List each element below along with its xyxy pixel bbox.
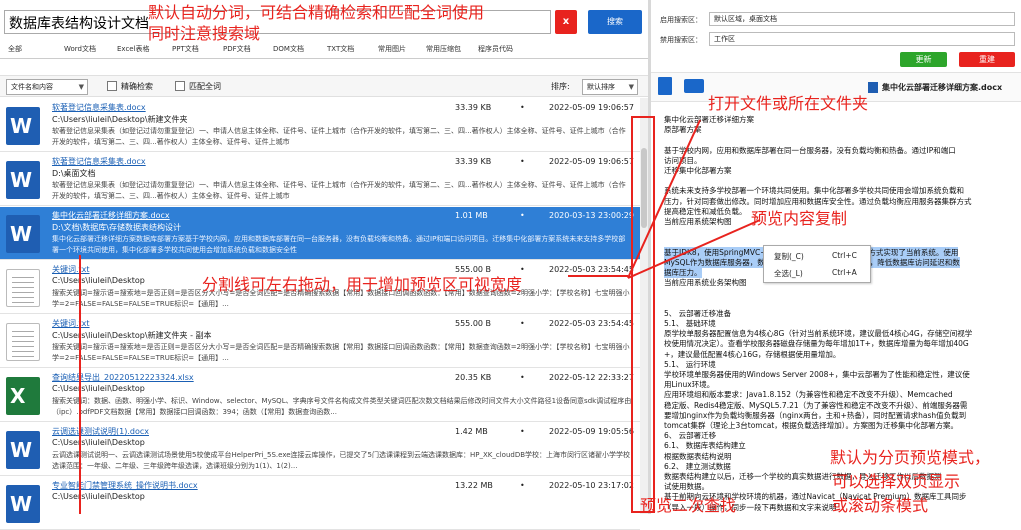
annotation-scroll-mode: 或滚动条模式 — [832, 496, 929, 515]
annotation-arrows — [79, 116, 761, 514]
annotation-page-mode: 默认为分页预览模式， — [830, 448, 991, 467]
annotation-open-file: 打开文件或所在文件夹 — [708, 94, 869, 113]
annotation-copy: 预览内容复制 — [751, 209, 848, 228]
annotation-secondary-search: 预览二次查找 — [640, 496, 737, 515]
annotation-double-page: 可以选择双页显示 — [832, 472, 961, 491]
annotation-splitter: 分割线可左右拖动，用于增加预览区可视宽度 — [202, 275, 523, 294]
annotation-search-area: 同时注意搜索域 — [148, 24, 261, 43]
